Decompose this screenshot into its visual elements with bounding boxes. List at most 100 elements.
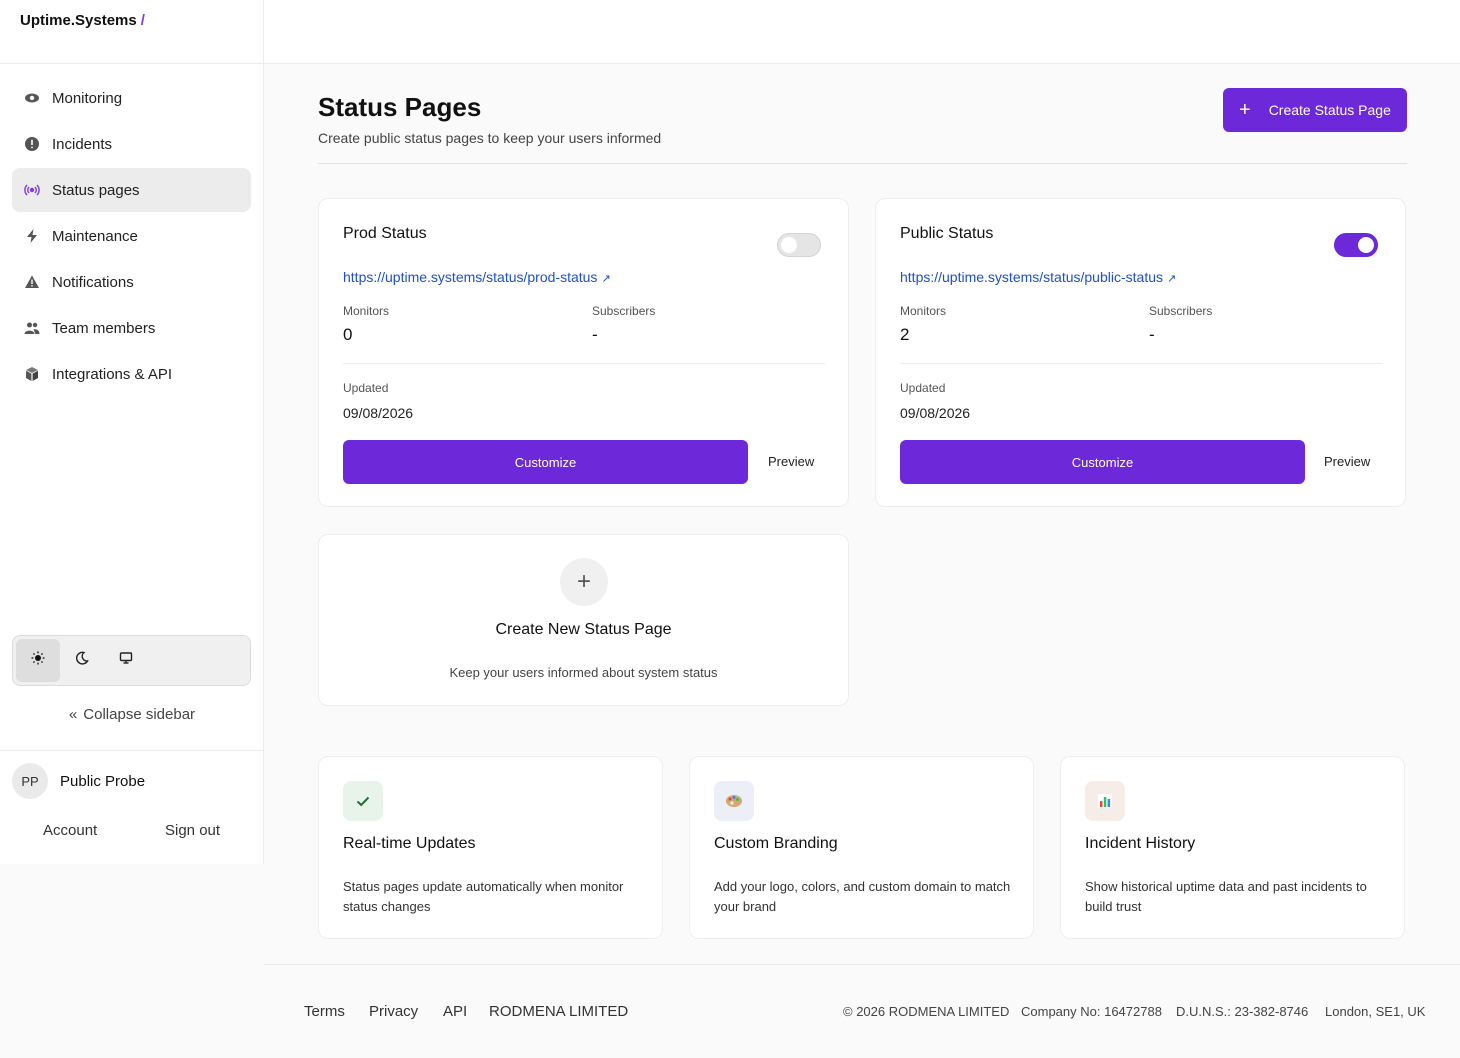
sidebar-item-team-members[interactable]: Team members bbox=[12, 306, 251, 350]
chevrons-left-icon: « bbox=[68, 706, 78, 723]
external-link-icon: ↗ bbox=[601, 273, 611, 285]
collapse-sidebar-label: Collapse sidebar bbox=[83, 706, 196, 723]
create-status-page-button[interactable]: + Create Status Page bbox=[1223, 88, 1407, 132]
brand-name: Uptime.Systems bbox=[20, 12, 137, 29]
status-page-url: https://uptime.systems/status/public-sta… bbox=[900, 269, 1163, 285]
sidebar-item-label: Monitoring bbox=[52, 89, 123, 107]
account-link[interactable]: Account bbox=[43, 822, 97, 839]
status-page-toggle[interactable] bbox=[777, 233, 821, 257]
theme-switcher bbox=[12, 635, 251, 686]
sidebar-item-monitoring[interactable]: Monitoring bbox=[12, 76, 251, 120]
users-icon bbox=[24, 320, 40, 336]
card-divider bbox=[900, 363, 1382, 364]
sun-icon bbox=[31, 651, 45, 670]
sidebar-item-label: Status pages bbox=[52, 181, 140, 199]
feature-title: Real-time Updates bbox=[343, 835, 476, 852]
theme-dark-button[interactable] bbox=[60, 639, 104, 682]
user-panel: PP Public Probe Account Sign out bbox=[0, 750, 264, 864]
sidebar-item-integrations[interactable]: Integrations & API bbox=[12, 352, 251, 396]
page-title: Status Pages bbox=[318, 92, 482, 122]
create-status-page-label: Create Status Page bbox=[1268, 102, 1391, 118]
feature-card-history: Incident History Show historical uptime … bbox=[1060, 756, 1405, 939]
feature-title: Custom Branding bbox=[714, 835, 838, 852]
preview-button[interactable]: Preview bbox=[1324, 454, 1370, 469]
sign-out-link[interactable]: Sign out bbox=[165, 822, 220, 839]
warning-icon bbox=[24, 274, 40, 290]
status-page-url-link[interactable]: https://uptime.systems/status/prod-statu… bbox=[343, 269, 611, 285]
sidebar-item-label: Maintenance bbox=[52, 227, 138, 245]
theme-light-button[interactable] bbox=[16, 639, 60, 682]
feature-description: Show historical uptime data and past inc… bbox=[1085, 879, 1367, 914]
monitors-count: 2 bbox=[900, 325, 910, 344]
sidebar-item-label: Team members bbox=[52, 319, 156, 337]
feature-card-branding: Custom Branding Add your logo, colors, a… bbox=[689, 756, 1034, 939]
sidebar-item-label: Incidents bbox=[52, 135, 113, 153]
divider bbox=[318, 163, 1407, 164]
sidebar: Uptime.Systems / Monitoring Incidents Sta… bbox=[0, 0, 264, 864]
top-bar bbox=[264, 0, 1460, 64]
monitors-label: Monitors bbox=[343, 304, 390, 318]
create-new-subtitle: Keep your users informed about system st… bbox=[449, 665, 718, 680]
monitor-icon bbox=[119, 651, 133, 670]
footer: Terms Privacy API RODMENA LIMITED © 2026… bbox=[264, 964, 1460, 1058]
monitors-label: Monitors bbox=[900, 304, 947, 318]
preview-button[interactable]: Preview bbox=[768, 454, 814, 469]
feature-description: Status pages update automatically when m… bbox=[343, 879, 624, 914]
footer-copyright: © 2026 RODMENA LIMITED bbox=[843, 1004, 1010, 1019]
footer-link-api[interactable]: API bbox=[443, 1003, 467, 1020]
subscribers-label: Subscribers bbox=[592, 304, 656, 318]
updated-date: 09/08/2026 bbox=[343, 405, 414, 421]
sidebar-item-status-pages[interactable]: Status pages bbox=[12, 168, 251, 212]
theme-system-button[interactable] bbox=[104, 639, 148, 682]
cube-icon bbox=[24, 366, 40, 382]
subscribers-label: Subscribers bbox=[1149, 304, 1213, 318]
footer-link-privacy[interactable]: Privacy bbox=[369, 1003, 418, 1020]
eye-icon bbox=[24, 90, 40, 106]
create-new-title: Create New Status Page bbox=[495, 621, 672, 638]
status-page-name: Prod Status bbox=[343, 225, 427, 242]
status-page-toggle[interactable] bbox=[1334, 233, 1378, 257]
collapse-sidebar-button[interactable]: « Collapse sidebar bbox=[0, 706, 264, 723]
subscribers-count: - bbox=[592, 325, 598, 344]
avatar[interactable]: PP bbox=[12, 763, 48, 799]
moon-icon bbox=[75, 651, 89, 670]
updated-date: 09/08/2026 bbox=[900, 405, 971, 421]
feature-card-realtime: Real-time Updates Status pages update au… bbox=[318, 756, 663, 939]
status-page-url: https://uptime.systems/status/prod-statu… bbox=[343, 269, 598, 285]
broadcast-icon bbox=[24, 182, 40, 198]
page-subtitle: Create public status pages to keep your … bbox=[318, 130, 662, 146]
plus-icon: + bbox=[560, 558, 608, 606]
logo[interactable]: Uptime.Systems / bbox=[0, 0, 263, 64]
external-link-icon: ↗ bbox=[1167, 273, 1177, 285]
footer-link-company[interactable]: RODMENA LIMITED bbox=[489, 1003, 628, 1020]
updated-label: Updated bbox=[343, 381, 389, 395]
sidebar-nav: Monitoring Incidents Status pages Mainte… bbox=[0, 64, 263, 410]
sidebar-item-maintenance[interactable]: Maintenance bbox=[12, 214, 251, 258]
footer-link-terms[interactable]: Terms bbox=[304, 1003, 345, 1020]
sidebar-item-label: Notifications bbox=[52, 273, 134, 291]
footer-company-no: Company No: 16472788 bbox=[1021, 1004, 1162, 1019]
status-page-name: Public Status bbox=[900, 225, 994, 242]
brand-slash: / bbox=[140, 12, 145, 29]
card-divider bbox=[343, 363, 825, 364]
feature-title: Incident History bbox=[1085, 835, 1196, 852]
footer-duns: D.U.N.S.: 23-382-8746 bbox=[1176, 1004, 1309, 1019]
plus-icon: + bbox=[1239, 99, 1251, 121]
sidebar-item-notifications[interactable]: Notifications bbox=[12, 260, 251, 304]
feature-description: Add your logo, colors, and custom domain… bbox=[714, 879, 1011, 914]
status-page-url-link[interactable]: https://uptime.systems/status/public-sta… bbox=[900, 269, 1176, 285]
status-page-card-public: Public Status https://uptime.systems/sta… bbox=[875, 198, 1406, 507]
subscribers-count: - bbox=[1149, 325, 1155, 344]
bolt-icon bbox=[24, 228, 40, 244]
checkmark-icon bbox=[343, 781, 383, 821]
sidebar-item-label: Integrations & API bbox=[52, 365, 173, 383]
footer-location: London, SE1, UK bbox=[1325, 1004, 1426, 1019]
sidebar-item-incidents[interactable]: Incidents bbox=[12, 122, 251, 166]
customize-button[interactable]: Customize bbox=[343, 440, 748, 484]
bar-chart-icon bbox=[1085, 781, 1125, 821]
user-name: Public Probe bbox=[60, 773, 146, 790]
alert-circle-icon bbox=[24, 136, 40, 152]
monitors-count: 0 bbox=[343, 325, 353, 344]
create-new-status-page-card[interactable]: + Create New Status Page Keep your users… bbox=[318, 534, 849, 706]
customize-button[interactable]: Customize bbox=[900, 440, 1305, 484]
